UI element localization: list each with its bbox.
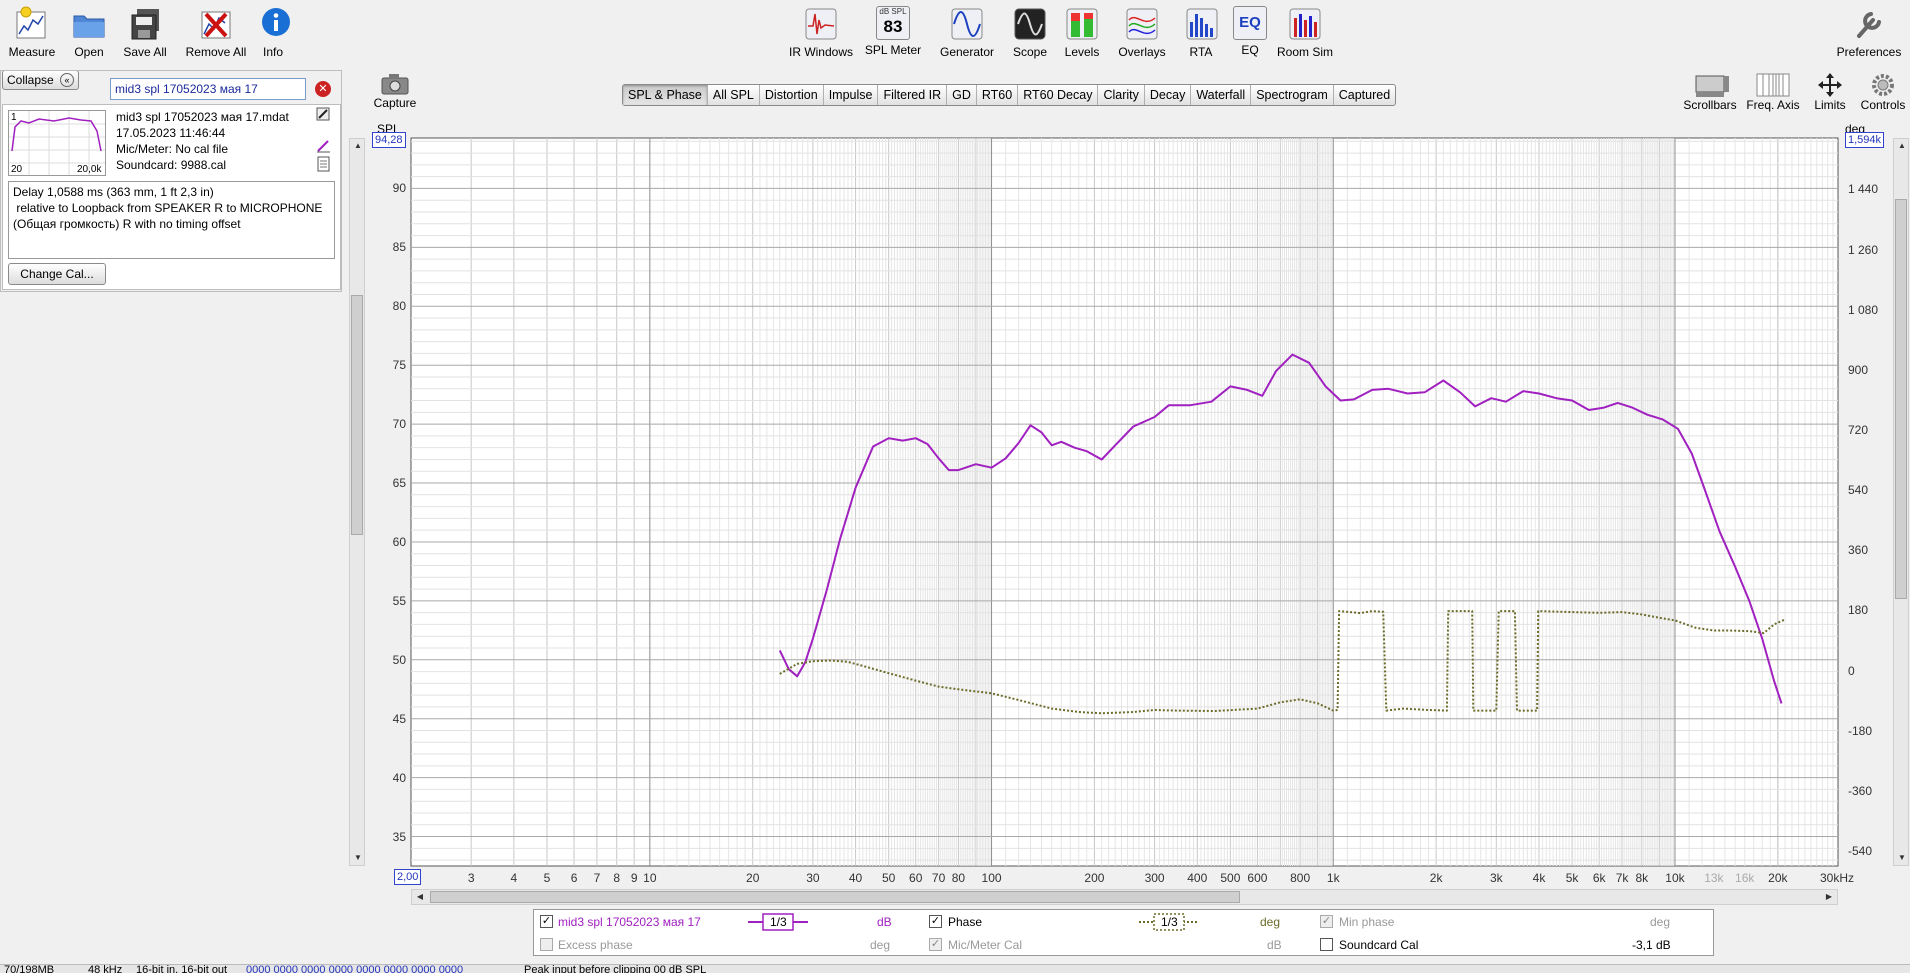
mic-meter-cal-unit: dB: [1267, 938, 1282, 952]
mic-meter-cal-label: Mic/Meter Cal: [948, 938, 1023, 952]
left-vertical-scrollbar[interactable]: ▲ ▼: [349, 138, 365, 866]
status-bar: 70/198MB 48 kHz 16-bit in, 16-bit out 00…: [0, 964, 1910, 973]
right-scroll-thumb[interactable]: [1895, 199, 1907, 599]
min-phase-unit: deg: [1650, 915, 1671, 929]
scroll-down-icon[interactable]: ▼: [1894, 851, 1910, 865]
soundcard-cal-checkbox[interactable]: [1320, 938, 1333, 951]
horizontal-scrollbar[interactable]: ◀ ▶: [411, 889, 1838, 905]
excess-phase-unit: deg: [870, 938, 891, 952]
scroll-up-icon[interactable]: ▲: [350, 139, 366, 153]
spl-unit: dB: [877, 915, 892, 929]
horizontal-scroll-thumb[interactable]: [430, 891, 1240, 903]
phase-label: Phase: [948, 915, 983, 929]
meas-visible-checkbox[interactable]: ✓: [540, 915, 553, 928]
mic-meter-cal-checkbox[interactable]: ✓: [929, 938, 942, 951]
legend-meas-name: mid3 spl 17052023 мая 17: [558, 915, 701, 929]
scroll-down-icon[interactable]: ▼: [350, 851, 366, 865]
legend-panel: ✓ mid3 spl 17052023 мая 17 1/3 dB ✓ Phas…: [533, 909, 1714, 956]
scroll-left-icon[interactable]: ◀: [412, 890, 428, 904]
min-phase-checkbox[interactable]: ✓: [1320, 915, 1333, 928]
spl-phase-chart[interactable]: [0, 0, 1910, 973]
phase-smoothing-value: 1/3: [1161, 915, 1178, 929]
phase-checkbox[interactable]: ✓: [929, 915, 942, 928]
right-vertical-scrollbar[interactable]: ▲ ▼: [1893, 138, 1909, 866]
spl-smoothing-value: 1/3: [770, 915, 787, 929]
scroll-up-icon[interactable]: ▲: [1894, 139, 1910, 153]
left-scroll-thumb[interactable]: [351, 295, 363, 535]
soundcard-cal-label: Soundcard Cal: [1339, 938, 1419, 952]
soundcard-cal-value: -3,1 dB: [1632, 938, 1671, 952]
excess-phase-checkbox[interactable]: [540, 938, 553, 951]
min-phase-label: Min phase: [1339, 915, 1395, 929]
excess-phase-label: Excess phase: [558, 938, 633, 952]
scroll-right-icon[interactable]: ▶: [1821, 890, 1837, 904]
phase-unit: deg: [1260, 915, 1281, 929]
